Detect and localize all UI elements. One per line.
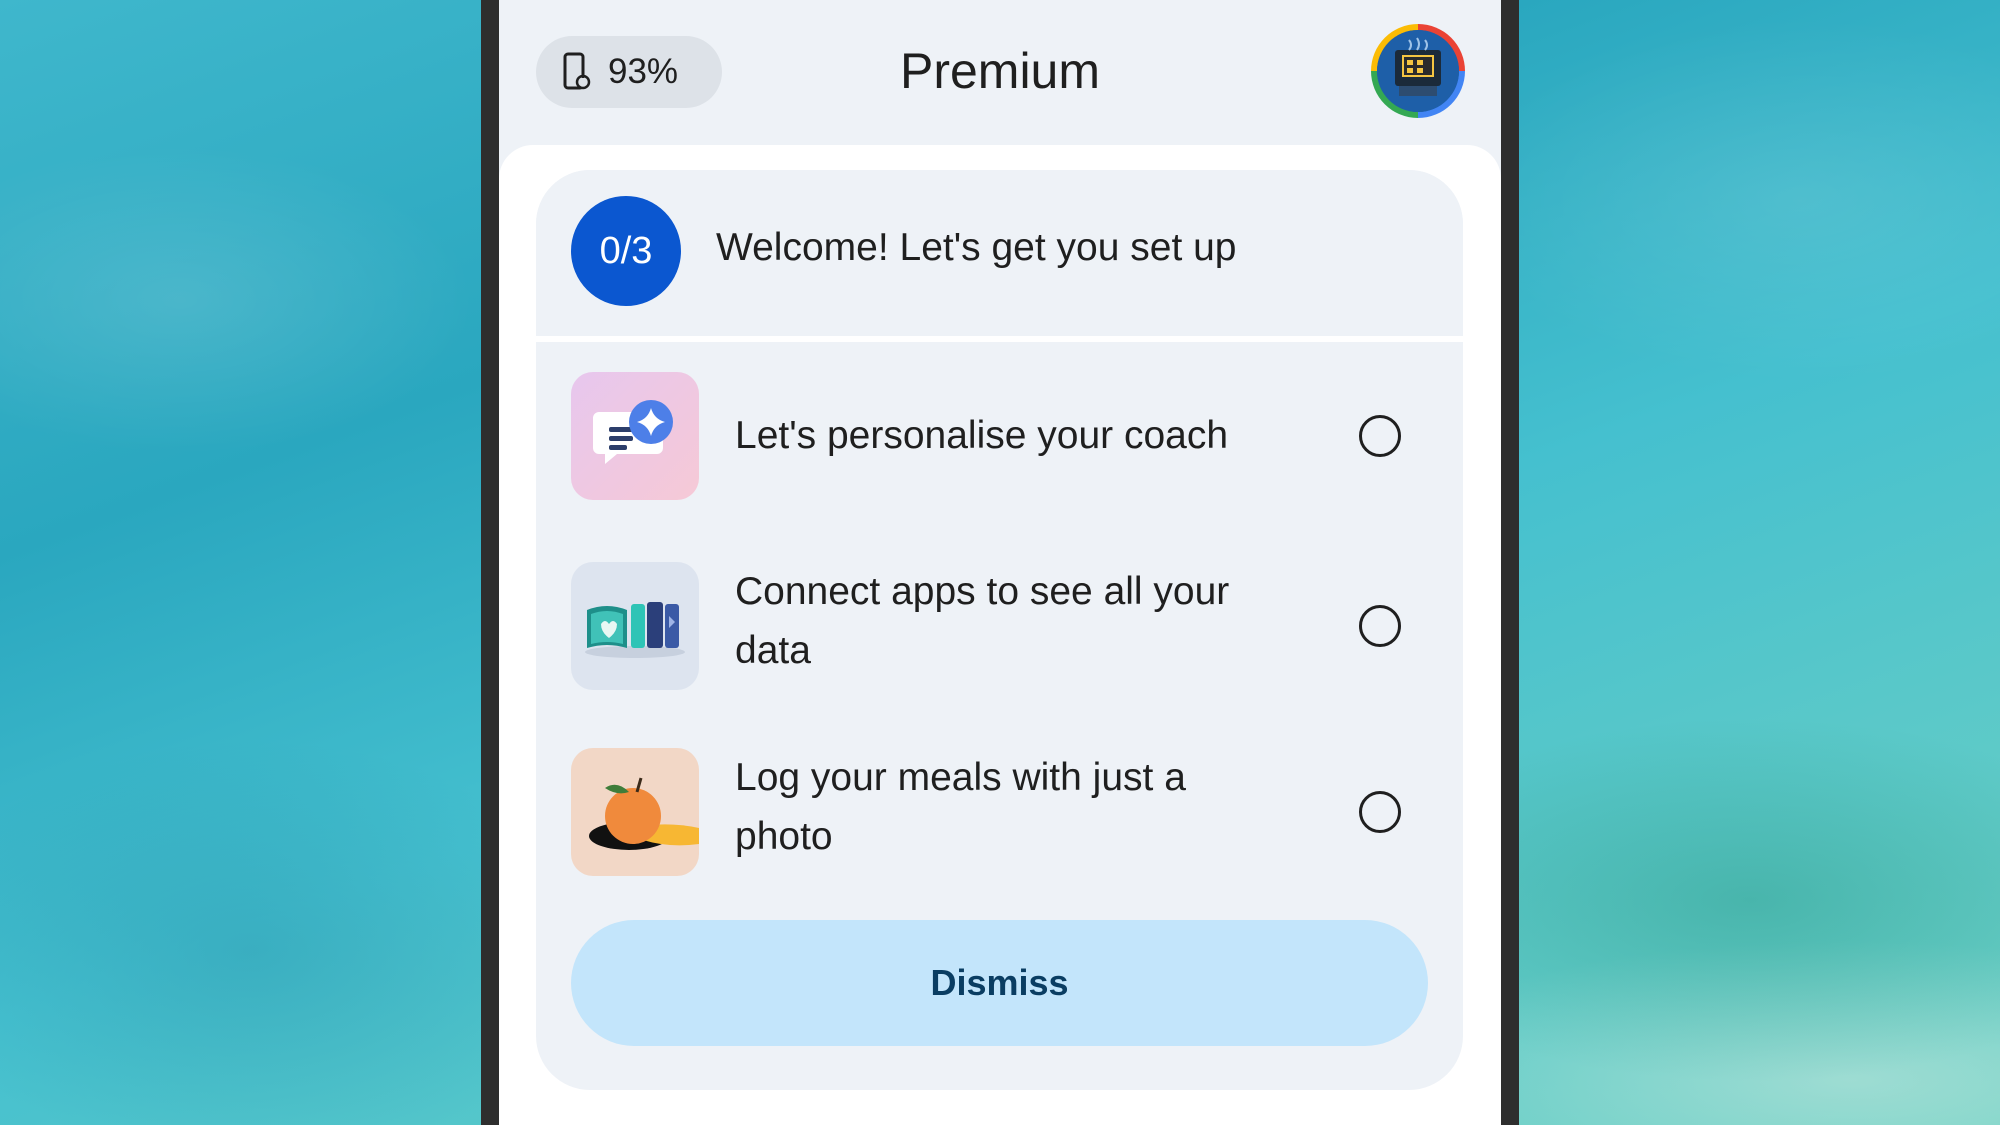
task-connect-apps[interactable]: Connect apps to see all your data — [536, 562, 1463, 692]
top-bar: 93% Premium — [499, 0, 1501, 145]
task-label: Connect apps to see all your data — [735, 570, 1230, 672]
setup-card-heading: Welcome! Let's get you set up — [716, 226, 1237, 269]
task-radio-button[interactable] — [1359, 605, 1401, 647]
task-radio-button[interactable] — [1359, 791, 1401, 833]
avatar[interactable] — [1371, 24, 1465, 118]
app-screen: 93% Premium 0/3 Welcome! Let's get you s… — [499, 0, 1501, 1125]
setup-checklist-card: 0/3 Welcome! Let's get you set up Let's … — [536, 170, 1463, 1090]
divider — [536, 336, 1463, 342]
coach-chat-sparkle-icon — [571, 372, 699, 500]
dismiss-button[interactable]: Dismiss — [571, 920, 1428, 1046]
connected-apps-icon — [571, 562, 699, 690]
task-radio-button[interactable] — [1359, 415, 1401, 457]
meal-photo-orange-icon — [571, 748, 699, 876]
task-label: Log your meals with just a photo — [735, 756, 1186, 858]
task-personalise-coach[interactable]: Let's personalise your coach — [536, 372, 1463, 502]
phone-frame: 93% Premium 0/3 Welcome! Let's get you s… — [481, 0, 1519, 1125]
setup-card-header[interactable]: 0/3 Welcome! Let's get you set up — [536, 170, 1463, 336]
progress-indicator: 0/3 — [571, 196, 681, 306]
task-log-meals[interactable]: Log your meals with just a photo — [536, 748, 1463, 878]
avatar-image — [1377, 30, 1459, 112]
task-label: Let's personalise your coach — [735, 414, 1229, 457]
profile-avatar-icon — [1377, 30, 1459, 112]
page-title: Premium — [899, 43, 1101, 99]
